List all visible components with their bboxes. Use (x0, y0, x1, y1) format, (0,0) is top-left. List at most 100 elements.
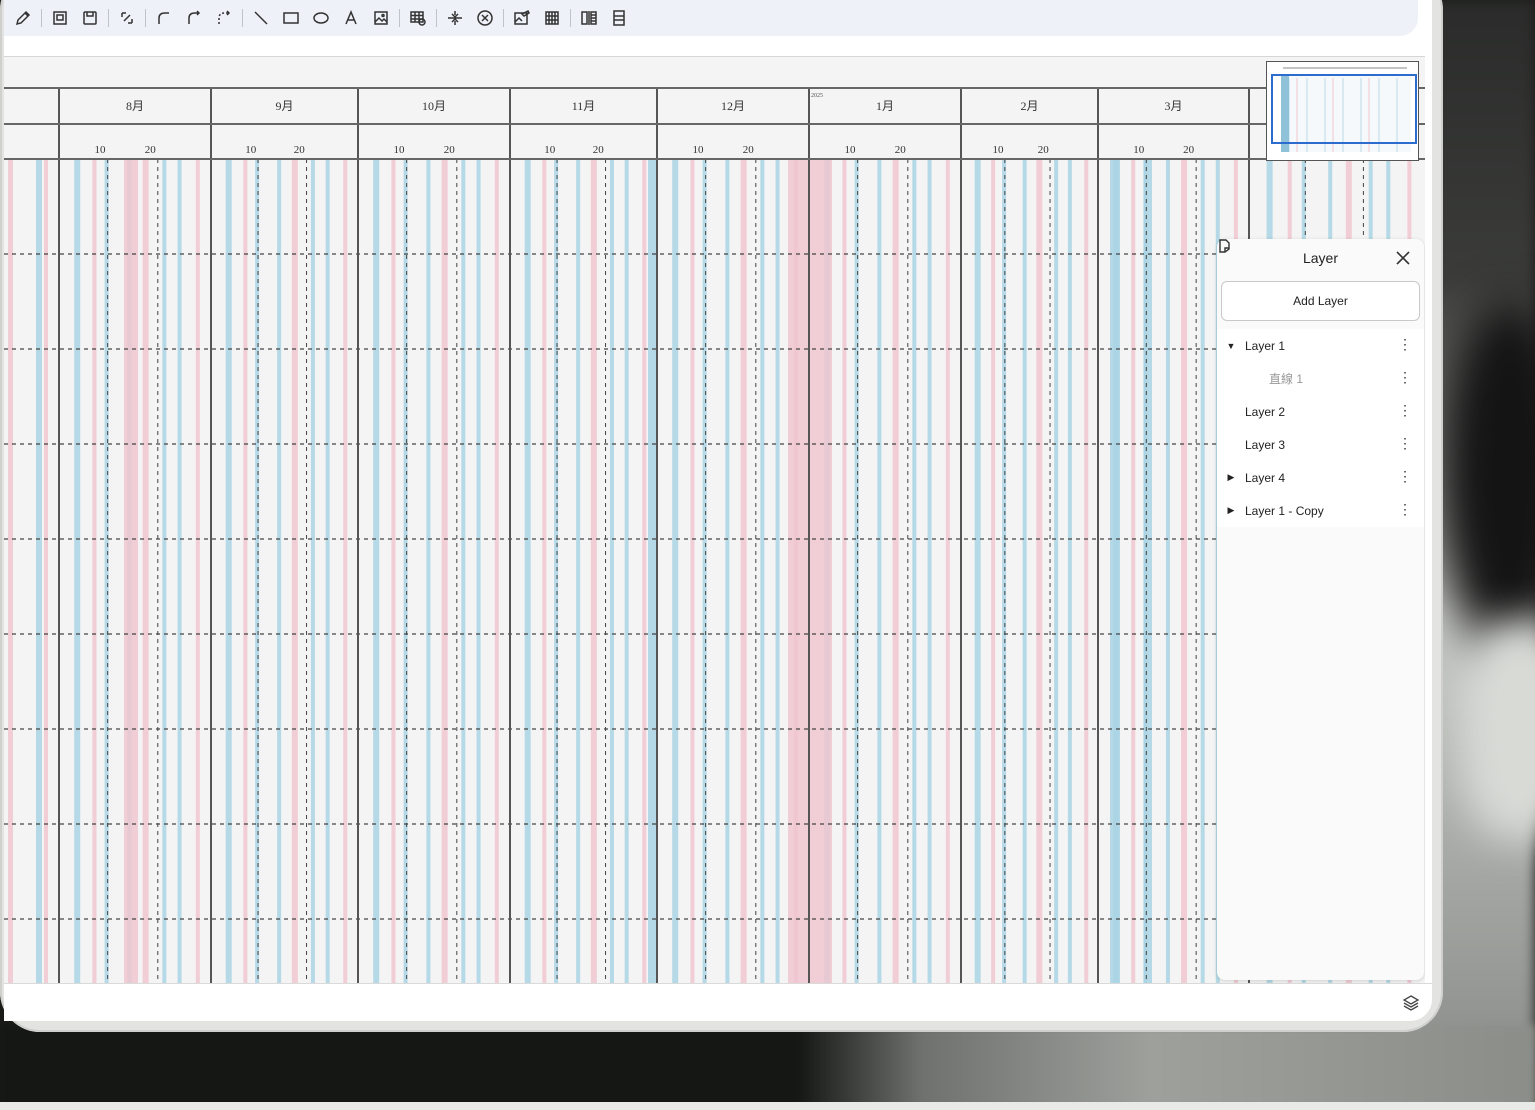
day-stripe (325, 159, 330, 983)
minimap[interactable] (1266, 61, 1419, 161)
month-label: 2月 (1020, 99, 1038, 113)
layer-item-label: Layer 3 (1245, 437, 1286, 452)
day-stripe (927, 159, 932, 983)
day-stripe (44, 159, 48, 983)
day-stripe (725, 159, 730, 983)
day-stripe (642, 159, 647, 983)
month-label: 12月 (721, 99, 745, 113)
day-stripe (476, 159, 481, 983)
column-grid-icon[interactable] (537, 5, 567, 31)
day-stripe (524, 159, 531, 983)
day-stripe (277, 159, 282, 983)
layer-item[interactable]: 直線 1 ⋮ (1217, 362, 1424, 395)
day-stripe (343, 159, 348, 983)
photo-edit-icon[interactable] (507, 5, 537, 31)
day-stripe (1022, 159, 1027, 983)
day-tick-label: 20 (593, 144, 605, 156)
day-stripe (590, 159, 597, 983)
layer-item[interactable]: Layer 3 ⋮ (1217, 428, 1424, 461)
day-tick-label: 20 (1038, 144, 1050, 156)
split-icon[interactable] (440, 5, 470, 31)
day-stripe (373, 159, 380, 983)
rectangle-icon[interactable] (276, 5, 306, 31)
add-layer-button[interactable]: Add Layer (1219, 239, 1420, 321)
more-vertical-icon[interactable]: ⋮ (1398, 337, 1412, 351)
day-tick-label: 20 (145, 144, 157, 156)
tablet-frame: 8月 10 20 9月 10 20 10月 10 20 11月 10 20 12月 10 20 1月 10 20 2… (0, 0, 1443, 1032)
text-icon[interactable] (336, 5, 366, 31)
gantt-chart: 8月10 209月10 2010月10 2011月10 2012月10 201月10 202… (4, 87, 1425, 983)
save-frame-icon[interactable] (75, 5, 105, 31)
transform-icon[interactable] (112, 5, 142, 31)
day-tick-label: 20 (895, 144, 907, 156)
more-vertical-icon[interactable]: ⋮ (1398, 403, 1412, 417)
day-tick-label: 20 (743, 144, 755, 156)
day-stripe (1067, 159, 1072, 983)
pencil-icon[interactable] (8, 5, 38, 31)
layer-item[interactable]: Layer 2 ⋮ (1217, 395, 1424, 428)
month-label: 11月 (572, 99, 596, 113)
day-stripe (494, 159, 499, 983)
day-tick-label: 10 (245, 144, 257, 156)
toolbar-divider (570, 9, 571, 27)
cancel-icon[interactable] (470, 5, 500, 31)
day-tick-label: 20 (294, 144, 306, 156)
caret-down-icon[interactable]: ▼ (1217, 341, 1245, 351)
layers-icon[interactable] (1402, 994, 1420, 1012)
curve-icon[interactable] (149, 5, 179, 31)
day-tick-label: 20 (444, 144, 456, 156)
day-stripe (775, 159, 780, 983)
day-stripe (1036, 159, 1043, 983)
close-icon[interactable] (1394, 249, 1412, 267)
day-stripe (991, 159, 996, 983)
more-vertical-icon[interactable]: ⋮ (1398, 469, 1412, 483)
day-stripe (1054, 159, 1059, 983)
caret-right-icon[interactable]: ▶ (1217, 472, 1245, 483)
more-vertical-icon[interactable]: ⋮ (1398, 502, 1412, 516)
gantt-canvas[interactable]: 8月 10 20 9月 10 20 10月 10 20 11月 10 20 12月 10 20 1月 10 20 2… (4, 56, 1425, 983)
image-icon[interactable] (366, 5, 396, 31)
month-label: 3月 (1164, 99, 1182, 113)
day-tick-label: 10 (544, 144, 556, 156)
line-icon[interactable] (246, 5, 276, 31)
day-stripe (1181, 159, 1188, 983)
ellipse-icon[interactable] (306, 5, 336, 31)
toolbar-divider (436, 9, 437, 27)
day-stripe (740, 159, 747, 983)
day-stripe (974, 159, 981, 983)
layer-list: ▼ Layer 1 ⋮ 直線 1 ⋮ Layer 2 ⋮ Layer 3 ⋮ ▶ Layer 4 ⋮ ▶… (1217, 329, 1424, 527)
day-tick-label: 10 (845, 144, 857, 156)
day-tick-label: 10 (992, 144, 1004, 156)
layer-item[interactable]: ▼ Layer 1 ⋮ (1217, 329, 1424, 362)
image-frame-icon[interactable] (45, 5, 75, 31)
day-stripe (672, 159, 679, 983)
app-screen: 8月 10 20 9月 10 20 10月 10 20 11月 10 20 12月 10 20 1月 10 20 2… (4, 0, 1432, 1021)
more-vertical-icon[interactable]: ⋮ (1398, 370, 1412, 384)
table-icon[interactable] (403, 5, 433, 31)
toolbar-divider (108, 9, 109, 27)
more-vertical-icon[interactable]: ⋮ (1398, 436, 1412, 450)
day-stripe (426, 159, 431, 983)
toolbar-divider (242, 9, 243, 27)
day-tick-label: 10 (394, 144, 406, 156)
day-tick-label: 10 (95, 144, 107, 156)
toolbar-divider (145, 9, 146, 27)
day-stripe (576, 159, 581, 983)
caret-right-icon[interactable]: ▶ (1217, 505, 1245, 516)
dashed-curve-icon[interactable] (209, 5, 239, 31)
stack-icon[interactable] (604, 5, 634, 31)
day-stripe (461, 159, 466, 983)
day-stripe (1110, 159, 1120, 983)
curve-arrow-icon[interactable] (179, 5, 209, 31)
layer-item-label: Layer 4 (1245, 470, 1286, 485)
layer-item[interactable]: ▶ Layer 1 - Copy ⋮ (1217, 494, 1424, 527)
day-stripe (542, 159, 547, 983)
day-stripe (912, 159, 917, 983)
day-stripe (690, 159, 695, 983)
day-stripe (609, 159, 614, 983)
month-label: 8月 (126, 99, 144, 113)
day-stripe (1200, 159, 1205, 983)
minimap-viewport[interactable] (1271, 74, 1417, 144)
layer-item[interactable]: ▶ Layer 4 ⋮ (1217, 461, 1424, 494)
align-columns-icon[interactable] (574, 5, 604, 31)
